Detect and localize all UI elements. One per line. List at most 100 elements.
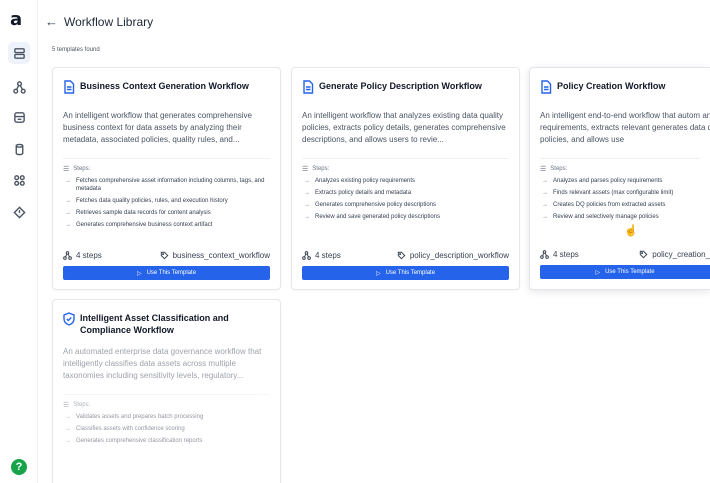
step-text: Generates comprehensive classification r… <box>76 438 203 444</box>
step-item: → Extracts policy details and metadata <box>304 190 412 196</box>
document-icon <box>302 80 314 94</box>
card-description: An automated enterprise data governance … <box>63 347 262 380</box>
step-count: 4 steps <box>553 250 579 259</box>
step-text: Analyzes existing policy requirements <box>315 178 416 184</box>
step-count: 4 steps <box>315 251 341 260</box>
step-text: Retrieves sample data records for conten… <box>76 210 211 216</box>
step-item: → Creates DQ policies from extracted asse… <box>542 202 666 208</box>
sidebar-item-catalog[interactable] <box>8 42 30 64</box>
list-icon: ☰ <box>540 166 547 173</box>
alert-diamond-icon <box>12 205 26 219</box>
steps-label-text: Steps: <box>550 166 568 172</box>
use-template-button[interactable]: ▷ Use This Template <box>63 266 270 280</box>
step-item: → Fetches data quality policies, rules, a… <box>65 198 228 204</box>
step-item: → Analyzes existing policy requirements <box>304 178 416 184</box>
step-item: → Validates assets and prepares batch pro… <box>65 414 204 420</box>
card-meta: 4 steps business_context_workflow <box>63 251 270 260</box>
back-arrow-icon[interactable]: ← <box>45 14 58 29</box>
card-description: An intelligent workflow that generates c… <box>63 111 252 144</box>
step-item: → Retrieves sample data records for conte… <box>65 210 211 216</box>
step-text: Generates comprehensive business context… <box>76 222 213 228</box>
workflow-tag: policy_description_workflow <box>409 251 509 260</box>
step-text: Finds relevant assets (max configurable … <box>553 190 674 196</box>
step-item: → Generates comprehensive policy descript… <box>304 202 437 208</box>
workflow-graph-icon <box>540 250 549 259</box>
steps-label: ☰ Steps: <box>63 401 270 409</box>
card-description: An intelligent end-to-end workflow that … <box>540 111 710 144</box>
step-count: 4 steps <box>76 251 102 260</box>
sidebar-item-issues[interactable] <box>8 201 30 223</box>
step-item: → Analyzes and parses policy requirements <box>542 178 663 184</box>
steps-label: ☰ Steps: <box>302 165 509 173</box>
step-item: → Generates comprehensive classification … <box>65 438 203 444</box>
workflow-graph-icon <box>63 251 72 260</box>
play-icon: ▷ <box>595 269 601 276</box>
play-icon: ▷ <box>136 270 142 277</box>
sidebar-item-storage[interactable] <box>8 106 30 128</box>
card-divider <box>540 158 700 159</box>
workflow-graph-icon <box>302 251 311 260</box>
card-divider <box>302 158 509 159</box>
sidebar-item-data-sources[interactable] <box>8 138 30 160</box>
play-icon: ▷ <box>375 270 381 277</box>
step-item: → Classifies assets with confidence scori… <box>65 426 185 432</box>
card-body: An automated enterprise data governance … <box>63 346 270 445</box>
workflow-tag: policy_creation_ <box>652 250 710 259</box>
steps-label: ☰ Steps: <box>63 165 270 173</box>
sidebar-item-workflows[interactable] <box>8 76 30 98</box>
help-button[interactable]: ? <box>11 459 27 475</box>
step-item: → Fetches comprehensive asset information… <box>63 177 270 193</box>
list-icon: ☰ <box>302 166 309 173</box>
workflow-card: Intelligent Asset Classification and Com… <box>52 299 281 483</box>
tag-icon <box>639 250 648 259</box>
page-title: Workflow Library <box>64 14 154 29</box>
step-text: Review and save generated policy descrip… <box>315 214 441 220</box>
card-divider <box>63 158 270 159</box>
mouse-cursor-icon: ☝ <box>624 225 638 237</box>
card-title[interactable]: Policy Creation Workflow <box>557 80 665 92</box>
card-meta: 4 steps policy_creation_ <box>540 250 710 259</box>
storage-icon <box>13 111 25 123</box>
step-item: → Generates comprehensive business contex… <box>65 222 213 228</box>
cylinder-icon <box>15 143 23 155</box>
use-template-label: Use This Template <box>605 269 655 275</box>
workflow-card: Business Context Generation Workflow An … <box>52 67 281 290</box>
card-divider <box>63 394 270 395</box>
workflow-card: Policy Creation Workflow An intelligent … <box>529 67 710 290</box>
sidebar: a ? <box>0 0 38 483</box>
steps-label: ☰ Steps: <box>540 165 700 173</box>
step-text: Fetches comprehensive asset information … <box>76 178 265 192</box>
tag-icon <box>397 251 406 260</box>
workflow-tag: business_context_workflow <box>172 251 270 260</box>
card-description: An intelligent workflow that analyzes ex… <box>302 111 506 144</box>
sidebar-item-integrations[interactable] <box>8 169 30 191</box>
tag-icon <box>160 251 169 260</box>
card-title[interactable]: Generate Policy Description Workflow <box>319 80 482 92</box>
card-title[interactable]: Business Context Generation Workflow <box>80 80 249 92</box>
use-template-label: Use This Template <box>385 270 436 276</box>
use-template-label: Use This Template <box>146 270 197 276</box>
step-text: Validates assets and prepares batch proc… <box>76 414 204 420</box>
list-icon: ☰ <box>63 402 70 409</box>
use-template-button[interactable]: ▷ Use This Template <box>302 266 509 280</box>
card-title[interactable]: Intelligent Asset Classification and Com… <box>80 312 260 336</box>
app-logo[interactable]: a <box>10 10 22 30</box>
step-text: Fetches data quality policies, rules, an… <box>76 198 228 204</box>
steps-label-text: Steps: <box>73 402 91 408</box>
step-item: → Review and save generated policy descri… <box>304 214 441 220</box>
grid-icon <box>13 174 25 186</box>
page-header: ← Workflow Library <box>45 14 153 29</box>
list-icon: ☰ <box>63 166 70 173</box>
step-text: Analyzes and parses policy requirements <box>553 178 663 184</box>
database-stack-icon <box>13 47 25 59</box>
step-text: Creates DQ policies from extracted asset… <box>553 202 666 208</box>
workflow-card: Generate Policy Description Workflow An … <box>291 67 520 290</box>
step-text: Classifies assets with confidence scorin… <box>76 426 185 432</box>
template-count: 5 templates found <box>52 47 100 53</box>
document-icon <box>63 80 75 94</box>
use-template-button[interactable]: ▷ Use This Template <box>540 265 710 279</box>
step-text: Extracts policy details and metadata <box>315 190 412 196</box>
step-item: → Review and selectively manage policies <box>542 214 659 220</box>
app-root: a ? ← Workflow Library 5 templates found <box>0 0 710 483</box>
step-text: Review and selectively manage policies <box>553 214 659 220</box>
